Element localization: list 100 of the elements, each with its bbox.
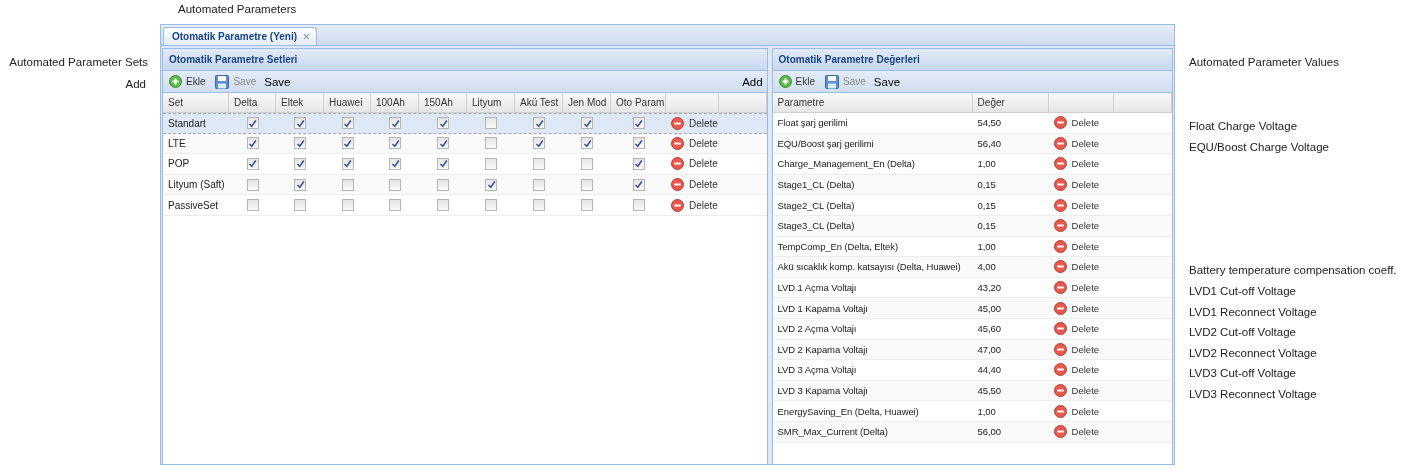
checkbox[interactable] [437,199,449,212]
table-row[interactable]: LVD 1 Kapama Voltajı 45,00 Delete [772,298,1172,319]
checkbox[interactable] [581,117,593,130]
checkbox[interactable] [389,199,401,212]
tab[interactable]: Otomatik Parametre (Yeni) [163,27,318,45]
checkbox[interactable] [581,178,593,191]
delete-button[interactable]: Delete [1053,384,1100,397]
checkbox[interactable] [246,158,259,170]
column-header[interactable]: Set [163,93,229,112]
table-row[interactable]: EnergySaving_En (Delta, Huawei) 1,00 Delete [772,401,1172,422]
table-row[interactable]: Standart Delete [163,113,767,134]
table-row[interactable]: Float şarj gerilimi 54,50 Delete [772,113,1172,134]
table-row[interactable]: Stage3_CL (Delta) 0,15 Delete [772,215,1172,237]
delete-button[interactable]: Delete [1053,404,1100,418]
table-row[interactable]: Akü sıcaklık komp. katsayısı (Delta, Huawei) 4,00 Delete [772,257,1172,278]
table-row[interactable]: Charge_Management_En (Delta) 1,00 Delete [772,154,1172,175]
table-row[interactable]: EQU/Boost şarj gerilimi 56,40 Delete [772,133,1172,155]
delete-button[interactable]: Delete [671,157,718,171]
table-row[interactable]: PassiveSet Delete [163,195,767,216]
checkbox[interactable] [533,199,545,212]
delete-button[interactable]: Delete [1053,198,1100,212]
delete-button[interactable]: Delete [1053,239,1100,253]
checkbox[interactable] [294,158,306,170]
checkbox[interactable] [533,137,545,150]
checkbox[interactable] [485,117,497,130]
column-header[interactable]: Eltek [276,93,324,112]
checkbox[interactable] [294,178,306,191]
table-row[interactable]: POP Delete [163,154,767,175]
delete-button[interactable]: Delete [1053,363,1100,377]
column-header[interactable]: Delta [229,93,276,112]
checkbox[interactable] [581,158,593,170]
delete-button[interactable]: Delete [1053,425,1100,439]
checkbox[interactable] [632,178,645,191]
checkbox[interactable] [485,158,497,170]
table-row[interactable]: Stage1_CL (Delta) 0,15 Delete [772,174,1172,196]
table-row[interactable]: Stage2_CL (Delta) 0,15 Delete [772,195,1172,216]
delete-button[interactable]: Delete [1053,322,1100,336]
checkbox[interactable] [389,158,401,170]
delete-button[interactable]: Delete [1053,260,1100,274]
table-row[interactable]: LVD 3 Açma Voltajı 44,40 Delete [772,360,1172,381]
table-row[interactable]: LVD 3 Kapama Voltajı 45,50 Delete [772,380,1172,402]
delete-button[interactable]: Delete [671,136,718,150]
delete-button[interactable]: Delete [671,198,718,212]
delete-button[interactable]: Delete [1053,281,1100,295]
column-header[interactable]: 100Ah [371,93,419,112]
column-header[interactable]: Jen Mod [563,93,611,112]
checkbox[interactable] [437,117,449,130]
checkbox[interactable] [294,137,306,150]
delete-button[interactable]: Delete [1053,178,1100,192]
checkbox[interactable] [341,137,354,150]
checkbox[interactable] [341,158,354,170]
checkbox[interactable] [632,158,645,170]
checkbox[interactable] [437,137,449,150]
checkbox[interactable] [581,199,593,212]
checkbox[interactable] [294,117,306,130]
table-row[interactable]: SMR_Max_Current (Delta) 56,00 Delete [772,421,1172,443]
delete-button[interactable]: Delete [1053,136,1100,150]
checkbox[interactable] [341,199,354,212]
column-header[interactable]: Akü Test [515,93,563,112]
checkbox[interactable] [341,117,354,130]
delete-button[interactable]: Delete [1053,301,1100,315]
delete-button[interactable]: Delete [1053,219,1100,233]
checkbox[interactable] [632,117,645,130]
checkbox[interactable] [581,137,593,150]
checkbox[interactable] [389,178,401,191]
column-header[interactable]: Lityum [467,93,515,112]
column-header[interactable]: Değer [972,93,1049,112]
column-header[interactable]: Oto Param [611,93,666,112]
add-button[interactable]: Ekle [776,74,818,89]
checkbox[interactable] [533,178,545,191]
table-row[interactable]: LVD 2 Kapama Voltajı 47,00 Delete [772,339,1172,361]
checkbox[interactable] [485,178,497,191]
checkbox[interactable] [246,117,259,130]
checkbox[interactable] [389,137,401,150]
checkbox[interactable] [246,199,259,212]
column-header[interactable]: 150Ah [419,93,467,112]
checkbox[interactable] [389,117,401,130]
delete-button[interactable]: Delete [1053,116,1100,130]
checkbox[interactable] [437,178,449,191]
table-row[interactable]: LVD 2 Açma Voltajı 45,60 Delete [772,318,1172,340]
checkbox[interactable] [632,137,645,150]
checkbox[interactable] [485,137,497,150]
delete-button[interactable]: Delete [671,178,718,192]
add-button[interactable]: Ekle [167,74,208,89]
checkbox[interactable] [485,199,497,212]
column-header[interactable]: Parametre [772,93,973,112]
checkbox[interactable] [341,178,354,191]
delete-button[interactable]: Delete [1053,342,1100,356]
checkbox[interactable] [533,158,545,170]
table-row[interactable]: Lityum (Saft) Delete [163,174,767,196]
checkbox[interactable] [246,137,259,150]
delete-button[interactable]: Delete [1053,157,1100,171]
checkbox[interactable] [533,117,545,130]
column-header[interactable]: Huawei [324,93,371,112]
table-row[interactable]: LTE Delete [163,133,767,155]
checkbox[interactable] [294,199,306,212]
checkbox[interactable] [437,158,449,170]
checkbox[interactable] [246,178,259,191]
delete-button[interactable]: Delete [671,116,718,130]
checkbox[interactable] [632,199,645,212]
